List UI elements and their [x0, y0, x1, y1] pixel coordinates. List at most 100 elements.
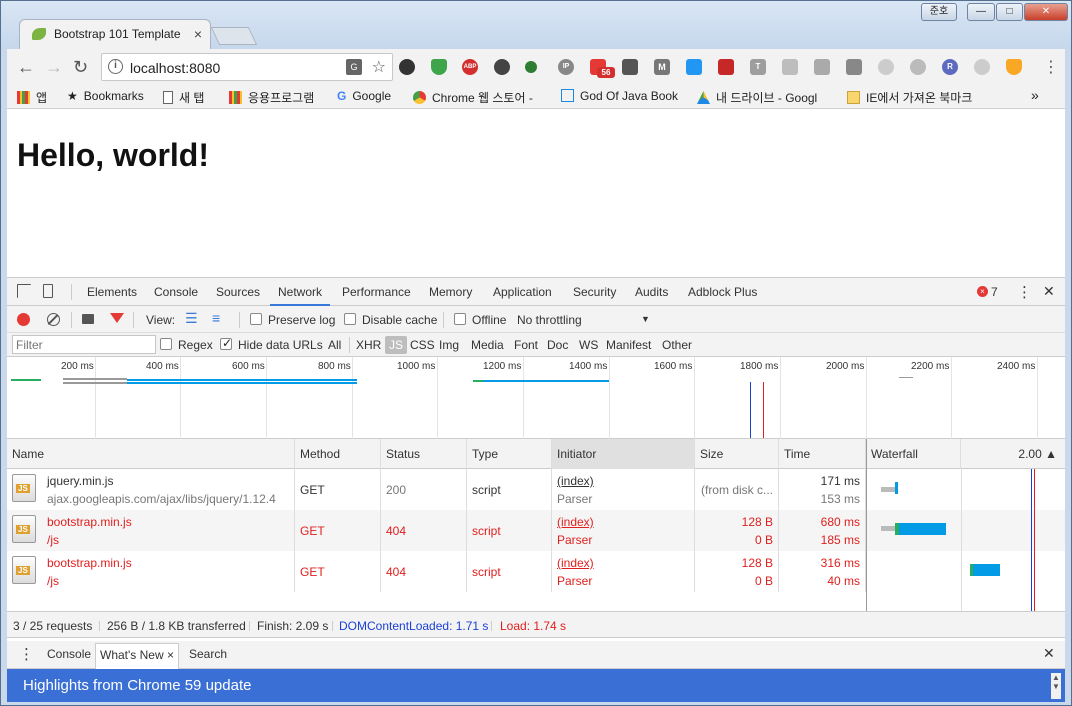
column-header-method[interactable]: Method: [295, 439, 381, 469]
error-count[interactable]: 7: [991, 285, 998, 299]
bookmark-star-icon[interactable]: ☆: [372, 57, 386, 77]
overview-icon[interactable]: ≡: [212, 310, 220, 326]
download-extension-icon[interactable]: [622, 59, 638, 75]
drawer-close-icon[interactable]: ✕: [1043, 645, 1055, 662]
column-header-name[interactable]: Name: [7, 439, 295, 469]
java-extension-icon[interactable]: [782, 59, 798, 75]
back-arrow-icon[interactable]: ←: [17, 57, 35, 78]
filter-css[interactable]: CSS: [410, 338, 435, 352]
hide-data-urls-checkbox[interactable]: [220, 336, 232, 350]
bookmark-google-drive[interactable]: 내 드라이브 - Googl: [697, 89, 817, 106]
bookmarks-overflow-button[interactable]: »: [1031, 87, 1039, 103]
filter-xhr[interactable]: XHR: [356, 338, 381, 352]
person-extension-icon[interactable]: [525, 61, 537, 73]
column-header-status[interactable]: Status: [381, 439, 467, 469]
initiator-link[interactable]: (index): [557, 474, 594, 488]
shield-extension-icon[interactable]: [431, 59, 447, 75]
disable-cache-checkbox[interactable]: [344, 313, 356, 325]
bookmark-apps[interactable]: 앱: [17, 89, 47, 106]
bookmark-god-of-java[interactable]: God Of Java Book: [561, 89, 678, 103]
tab-elements[interactable]: Elements: [87, 285, 137, 299]
filter-funnel-icon[interactable]: [110, 313, 124, 323]
user-profile-button[interactable]: 준호: [921, 3, 957, 21]
error-icon[interactable]: ×: [977, 286, 988, 297]
drawer-scrollbar[interactable]: ▲ ▼: [1051, 673, 1061, 699]
initiator-link[interactable]: (index): [557, 556, 594, 570]
url-text[interactable]: localhost:8080: [130, 60, 220, 76]
column-header-waterfall[interactable]: Waterfall: [866, 439, 961, 469]
ip-shield-extension-icon[interactable]: [1006, 59, 1022, 75]
column-header-initiator[interactable]: Initiator: [552, 439, 695, 469]
drawer-tab-console[interactable]: Console: [47, 647, 91, 661]
card-extension-icon[interactable]: [846, 59, 862, 75]
tab-security[interactable]: Security: [573, 285, 616, 299]
throttling-dropdown-icon[interactable]: ▼: [641, 314, 650, 324]
tab-memory[interactable]: Memory: [429, 285, 472, 299]
tab-network[interactable]: Network: [270, 285, 331, 306]
bookmark-google[interactable]: G Google: [337, 89, 391, 103]
regex-checkbox[interactable]: [160, 338, 172, 350]
chrome-menu-icon[interactable]: ⋮: [1043, 57, 1059, 77]
r-extension-icon[interactable]: R: [942, 59, 958, 75]
filter-js[interactable]: JS: [385, 336, 408, 354]
large-rows-icon[interactable]: ☰: [185, 310, 198, 327]
column-header-size[interactable]: Size: [695, 439, 779, 469]
translate-icon[interactable]: G: [346, 59, 362, 75]
filter-other[interactable]: Other: [662, 338, 692, 352]
minimize-button[interactable]: —: [967, 3, 995, 21]
t-extension-icon[interactable]: T: [750, 59, 766, 75]
tab-adblock-plus[interactable]: Adblock Plus: [688, 285, 757, 299]
throttling-select[interactable]: No throttling: [517, 313, 582, 327]
filter-ws[interactable]: WS: [579, 338, 598, 352]
drawer-tab-whats-new[interactable]: What's New ×: [95, 643, 179, 669]
filter-img[interactable]: Img: [439, 338, 459, 352]
adblock-plus-icon[interactable]: ABP: [462, 59, 478, 75]
filter-manifest[interactable]: Manifest: [606, 338, 651, 352]
puzzle-extension-icon[interactable]: [814, 59, 830, 75]
devtools-close-icon[interactable]: ✕: [1043, 283, 1055, 300]
drawer-tab-search[interactable]: Search: [189, 647, 227, 661]
table-row[interactable]: JS jquery.min.js ajax.googleapis.com/aja…: [7, 469, 1065, 510]
tab-audits[interactable]: Audits: [635, 285, 668, 299]
maximize-button[interactable]: □: [996, 3, 1023, 21]
filter-doc[interactable]: Doc: [547, 338, 568, 352]
tab-close-button[interactable]: ×: [194, 26, 202, 42]
table-row[interactable]: JS bootstrap.min.js /js GET 404 script (…: [7, 510, 1065, 551]
column-header-type[interactable]: Type: [467, 439, 552, 469]
address-bar[interactable]: i localhost:8080 G ☆: [101, 53, 393, 81]
red-shield-extension-icon[interactable]: [718, 59, 734, 75]
waterfall-scale-label[interactable]: 2.00 ▲: [961, 439, 1065, 469]
tab-sources[interactable]: Sources: [216, 285, 260, 299]
ip-extension-icon[interactable]: IP: [558, 59, 574, 75]
window-close-button[interactable]: ✕: [1024, 3, 1068, 21]
device-toolbar-icon[interactable]: [43, 284, 53, 298]
gear-extension-icon[interactable]: [399, 59, 415, 75]
circle-extension-icon[interactable]: [494, 59, 510, 75]
clear-button[interactable]: [47, 313, 60, 326]
new-tab-button[interactable]: [210, 27, 258, 45]
refresh-extension-icon[interactable]: [974, 59, 990, 75]
tab-application[interactable]: Application: [493, 285, 552, 299]
column-header-time[interactable]: Time: [779, 439, 866, 469]
bookmark-chrome-store[interactable]: Chrome 웹 스토어 -: [413, 89, 533, 106]
bookmark-new-tab[interactable]: 새 탭: [163, 89, 204, 106]
filter-font[interactable]: Font: [514, 338, 538, 352]
bookmark-ie-import[interactable]: IE에서 가져온 북마크: [847, 89, 972, 106]
preserve-log-checkbox[interactable]: [250, 313, 262, 325]
cog-extension-icon[interactable]: [910, 59, 926, 75]
browser-tab[interactable]: Bootstrap 101 Template ×: [19, 19, 211, 49]
bookmark-bookmarks[interactable]: ★ Bookmarks: [67, 89, 144, 103]
mail-extension-icon[interactable]: M: [654, 59, 670, 75]
css3-extension-icon[interactable]: [686, 59, 702, 75]
network-overview[interactable]: 200 ms 400 ms 600 ms 800 ms 1000 ms 1200…: [7, 357, 1065, 439]
filter-input[interactable]: [12, 335, 156, 354]
forward-arrow-icon[interactable]: →: [45, 57, 63, 78]
filter-all[interactable]: All: [328, 338, 341, 352]
reload-icon[interactable]: ↻: [73, 57, 88, 78]
inspect-element-icon[interactable]: [17, 284, 31, 298]
drawer-tab-close-icon[interactable]: ×: [167, 648, 174, 662]
info-icon[interactable]: i: [108, 59, 123, 74]
record-button[interactable]: [17, 313, 30, 326]
drawer-menu-icon[interactable]: ⋮: [19, 645, 34, 663]
capture-screenshots-icon[interactable]: [82, 314, 94, 324]
